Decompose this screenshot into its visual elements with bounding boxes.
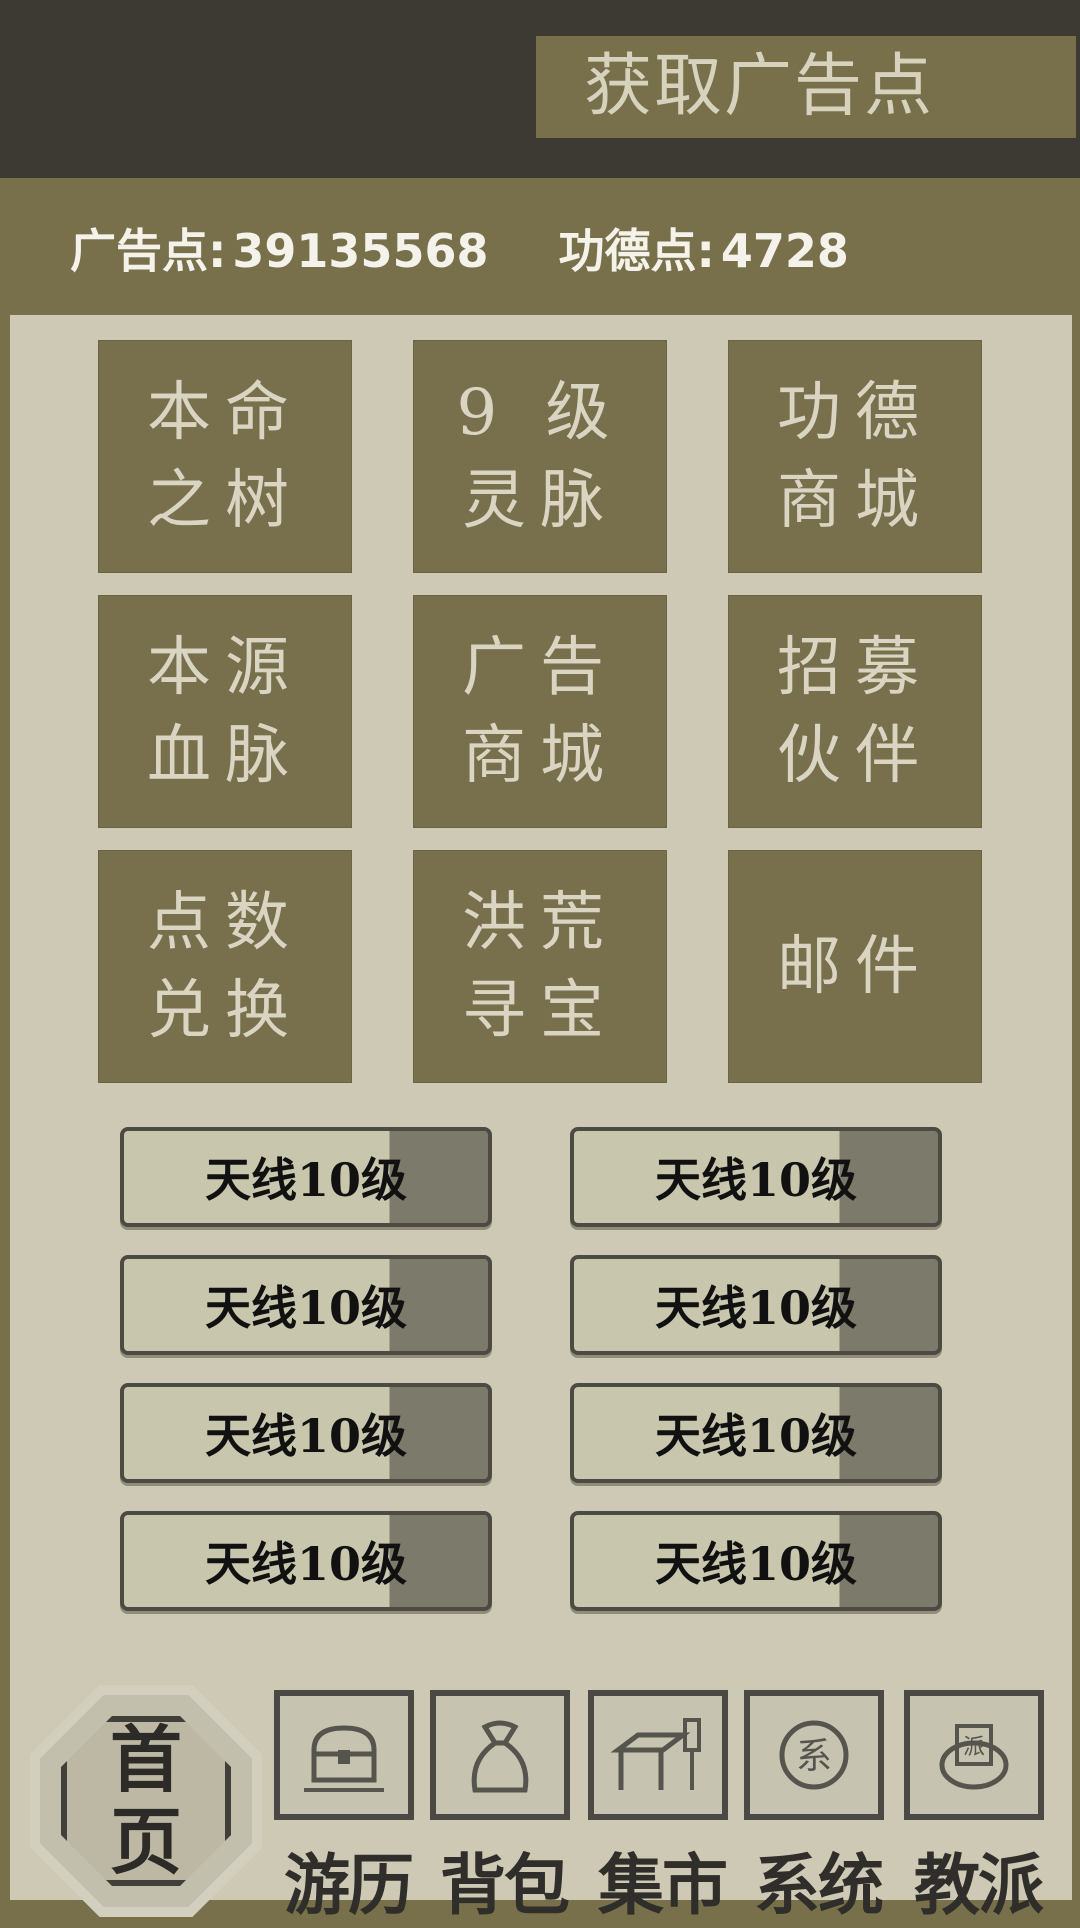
tile-label: 功德商城 bbox=[777, 375, 933, 538]
ad-points-value: 39135568 bbox=[232, 224, 489, 278]
svg-text:派: 派 bbox=[963, 1735, 985, 1760]
level-button-label: 天线10级 bbox=[204, 1153, 407, 1207]
home-label: 首 页 bbox=[61, 1716, 231, 1886]
nav-backpack-label: 背包 bbox=[440, 1847, 570, 1924]
level-button[interactable]: 天线10级 bbox=[570, 1383, 942, 1483]
home-label-line1: 首 bbox=[109, 1717, 182, 1802]
nav-system-label: 系统 bbox=[754, 1847, 884, 1924]
tile-label: 邮件 bbox=[777, 929, 933, 1004]
level-button-label: 天线10级 bbox=[204, 1537, 407, 1591]
level-button[interactable]: 天线10级 bbox=[570, 1511, 942, 1611]
nav-sect-label: 教派 bbox=[914, 1847, 1044, 1924]
bottom-nav: 首 页 游历 背包 集市 系 系统 派 教派 bbox=[0, 1685, 1080, 1924]
merit-points-label: 功德点: bbox=[558, 224, 715, 278]
level-button[interactable]: 天线10级 bbox=[570, 1255, 942, 1355]
level-button[interactable]: 天线10级 bbox=[120, 1255, 492, 1355]
level-button-label: 天线10级 bbox=[654, 1281, 857, 1335]
tile-spirit-vein[interactable]: 9 级灵脉 bbox=[413, 340, 667, 573]
level-button-label: 天线10级 bbox=[654, 1153, 857, 1207]
level-button[interactable]: 天线10级 bbox=[120, 1383, 492, 1483]
level-button[interactable]: 天线10级 bbox=[120, 1127, 492, 1227]
nav-travel-label: 游历 bbox=[284, 1847, 414, 1924]
level-button-label: 天线10级 bbox=[204, 1409, 407, 1463]
tile-label: 本命之树 bbox=[147, 375, 303, 538]
main-panel: 本命之树 9 级灵脉 功德商城 本源血脉 广告商城 招募伙伴 点数兑换 洪荒寻宝… bbox=[10, 315, 1072, 1900]
home-button[interactable]: 首 页 bbox=[30, 1685, 262, 1917]
system-seal-icon: 系 bbox=[744, 1690, 884, 1820]
tile-label: 点数兑换 bbox=[147, 885, 303, 1048]
home-label-line2: 页 bbox=[109, 1799, 182, 1884]
nav-backpack[interactable]: 背包 bbox=[430, 1690, 575, 1924]
nav-system[interactable]: 系 系统 bbox=[744, 1690, 889, 1924]
tile-merit-shop[interactable]: 功德商城 bbox=[728, 340, 982, 573]
level-button[interactable]: 天线10级 bbox=[120, 1511, 492, 1611]
tile-bloodline[interactable]: 本源血脉 bbox=[98, 595, 352, 828]
bag-icon bbox=[430, 1690, 570, 1820]
tile-point-exchange[interactable]: 点数兑换 bbox=[98, 850, 352, 1083]
stats-bar: 广告点: 39135568 功德点: 4728 bbox=[70, 215, 849, 279]
level-button-label: 天线10级 bbox=[654, 1537, 857, 1591]
level-button[interactable]: 天线10级 bbox=[570, 1127, 942, 1227]
nav-travel[interactable]: 游历 bbox=[274, 1690, 419, 1924]
nav-market-label: 集市 bbox=[598, 1847, 728, 1924]
svg-text:系: 系 bbox=[796, 1736, 832, 1777]
nav-sect[interactable]: 派 教派 bbox=[904, 1690, 1049, 1924]
home-emblem: 首 页 bbox=[40, 1695, 252, 1907]
tile-recruit[interactable]: 招募伙伴 bbox=[728, 595, 982, 828]
level-button-label: 天线10级 bbox=[204, 1281, 407, 1335]
tile-mail[interactable]: 邮件 bbox=[728, 850, 982, 1083]
table-icon bbox=[588, 1690, 728, 1820]
tile-ad-shop[interactable]: 广告商城 bbox=[413, 595, 667, 828]
tile-treasure-hunt[interactable]: 洪荒寻宝 bbox=[413, 850, 667, 1083]
level-button-label: 天线10级 bbox=[654, 1409, 857, 1463]
ad-points-label: 广告点: bbox=[70, 224, 227, 278]
nav-market[interactable]: 集市 bbox=[588, 1690, 733, 1924]
merit-points-value: 4728 bbox=[720, 224, 849, 278]
tile-label: 9 级灵脉 bbox=[456, 375, 624, 538]
merit-points-stat: 功德点: 4728 bbox=[558, 215, 848, 279]
tile-life-tree[interactable]: 本命之树 bbox=[98, 340, 352, 573]
tile-label: 本源血脉 bbox=[147, 630, 303, 793]
tile-label: 招募伙伴 bbox=[777, 630, 933, 793]
tile-label: 洪荒寻宝 bbox=[462, 885, 618, 1048]
chest-icon bbox=[274, 1690, 414, 1820]
tile-label: 广告商城 bbox=[462, 630, 618, 793]
get-ad-points-button[interactable]: 获取广告点 bbox=[536, 36, 1076, 138]
sect-seal-icon: 派 bbox=[904, 1690, 1044, 1820]
ad-points-stat: 广告点: 39135568 bbox=[70, 215, 488, 279]
